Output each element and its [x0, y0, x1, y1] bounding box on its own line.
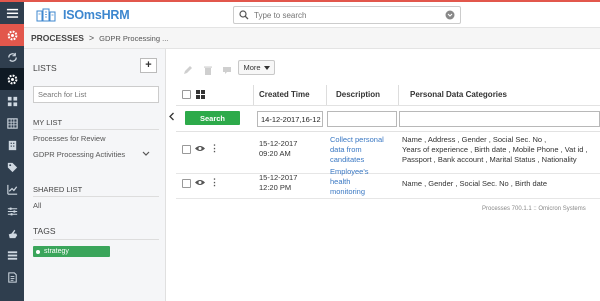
comment-icon[interactable] — [221, 64, 233, 76]
caret-down-icon — [263, 65, 270, 70]
my-list-heading: MY LIST — [33, 118, 63, 127]
list-item-all[interactable]: All — [33, 201, 41, 210]
view-eye-icon[interactable] — [195, 179, 205, 186]
document-icon[interactable] — [0, 266, 24, 288]
created-date: 15-12-2017 — [259, 173, 298, 182]
description-filter-input[interactable] — [327, 111, 397, 127]
breadcrumb: PROCESSES > GDPR Processing ... — [24, 28, 600, 49]
global-search — [233, 6, 461, 24]
search-button[interactable]: Search — [185, 111, 240, 125]
table-header-row: Created Time Description Personal Data C… — [176, 83, 600, 106]
column-divider — [253, 85, 254, 105]
list-item-gdpr-processing-activities[interactable]: GDPR Processing Activities — [33, 150, 125, 159]
building-icon[interactable] — [0, 134, 24, 156]
description-link[interactable]: Collect personal — [330, 135, 384, 145]
personal-data-categories: Passport , Bank account , Marital Status… — [402, 155, 577, 164]
filter-row: Search — [176, 108, 600, 132]
tag-icon[interactable] — [0, 156, 24, 178]
list-item-processes-for-review[interactable]: Processes for Review — [33, 134, 106, 143]
tag-strategy[interactable]: strategy — [33, 246, 110, 257]
personal-data-categories: Name , Address , Gender , Social Sec. No… — [402, 135, 547, 144]
edit-pencil-icon[interactable] — [182, 64, 194, 76]
created-time: 09:20 AM — [259, 149, 291, 158]
view-eye-icon[interactable] — [195, 145, 205, 152]
search-icon — [239, 10, 249, 20]
main-content: More Created Time Description Personal D… — [176, 49, 600, 301]
breadcrumb-separator: > — [88, 33, 95, 43]
row-checkbox[interactable] — [182, 145, 191, 154]
list-search-input[interactable] — [33, 86, 159, 103]
grid-view-icon[interactable] — [196, 90, 205, 99]
row-checkbox[interactable] — [182, 179, 191, 188]
list-icon[interactable] — [0, 244, 24, 266]
description-link[interactable]: monitoring — [330, 187, 365, 197]
app-header: ISOmsHRM — [24, 2, 600, 28]
select-all-checkbox[interactable] — [182, 90, 191, 99]
settings-gear-icon[interactable] — [0, 24, 24, 46]
breadcrumb-section[interactable]: PROCESSES — [31, 33, 84, 43]
divider — [33, 196, 159, 197]
column-divider — [326, 85, 327, 105]
description-link[interactable]: health — [330, 177, 350, 187]
created-date: 15-12-2017 — [259, 139, 298, 148]
menu-icon[interactable] — [0, 2, 24, 24]
divider — [33, 239, 159, 240]
global-search-input[interactable] — [254, 10, 440, 20]
breadcrumb-current: GDPR Processing ... — [99, 33, 169, 43]
tags-heading: TAGS — [33, 226, 56, 236]
description-link[interactable]: data from — [330, 145, 362, 155]
created-time: 12:20 PM — [259, 183, 292, 192]
shared-list-heading: SHARED LIST — [33, 185, 83, 194]
description-link[interactable]: Employee's — [330, 167, 369, 177]
grid-icon[interactable] — [0, 90, 24, 112]
sync-icon[interactable] — [0, 46, 24, 68]
chevron-down-circle-icon[interactable] — [445, 10, 455, 20]
created-time-filter-input[interactable] — [257, 111, 323, 127]
chart-icon[interactable] — [0, 178, 24, 200]
sliders-icon[interactable] — [0, 200, 24, 222]
description-link[interactable]: canditates — [330, 155, 364, 165]
more-dropdown-button[interactable]: More — [238, 60, 275, 75]
divider — [33, 129, 159, 130]
footer-version: Processes 700.1.1 :: Omicron Systems — [482, 206, 586, 212]
tag-dot-icon — [36, 249, 40, 254]
logo-text: ISOmsHRM — [63, 7, 130, 22]
more-label: More — [243, 63, 261, 72]
column-divider — [398, 85, 399, 105]
personal-data-categories: Years of experience , Birth date , Mobil… — [402, 145, 588, 154]
column-header-description[interactable]: Description — [336, 90, 380, 99]
chevron-down-icon[interactable] — [142, 151, 150, 157]
logo-mark-icon — [36, 8, 56, 21]
collapse-panel-chevron-icon[interactable] — [166, 112, 176, 124]
processes-gear-icon[interactable] — [0, 68, 24, 90]
hand-icon[interactable] — [0, 222, 24, 244]
app-logo[interactable]: ISOmsHRM — [36, 7, 130, 22]
lists-title: LISTS — [33, 63, 57, 73]
lists-panel: LISTS + MY LIST Processes for Review GDP… — [24, 49, 166, 301]
row-menu-kebab-icon[interactable]: ⋮ — [210, 143, 219, 154]
column-header-created-time[interactable]: Created Time — [259, 90, 310, 99]
row-menu-kebab-icon[interactable]: ⋮ — [210, 177, 219, 188]
categories-filter-input[interactable] — [399, 111, 600, 127]
delete-trash-icon[interactable] — [202, 64, 214, 76]
personal-data-categories: Name , Gender , Social Sec. No , Birth d… — [402, 179, 548, 188]
column-header-personal-data-categories[interactable]: Personal Data Categories — [410, 90, 507, 99]
tag-label: strategy — [44, 248, 69, 255]
table-icon[interactable] — [0, 112, 24, 134]
nav-rail — [0, 2, 24, 301]
table-row[interactable]: ⋮ 15-12-2017 12:20 PM Employee's health … — [176, 167, 600, 199]
add-list-button[interactable]: + — [140, 58, 157, 73]
